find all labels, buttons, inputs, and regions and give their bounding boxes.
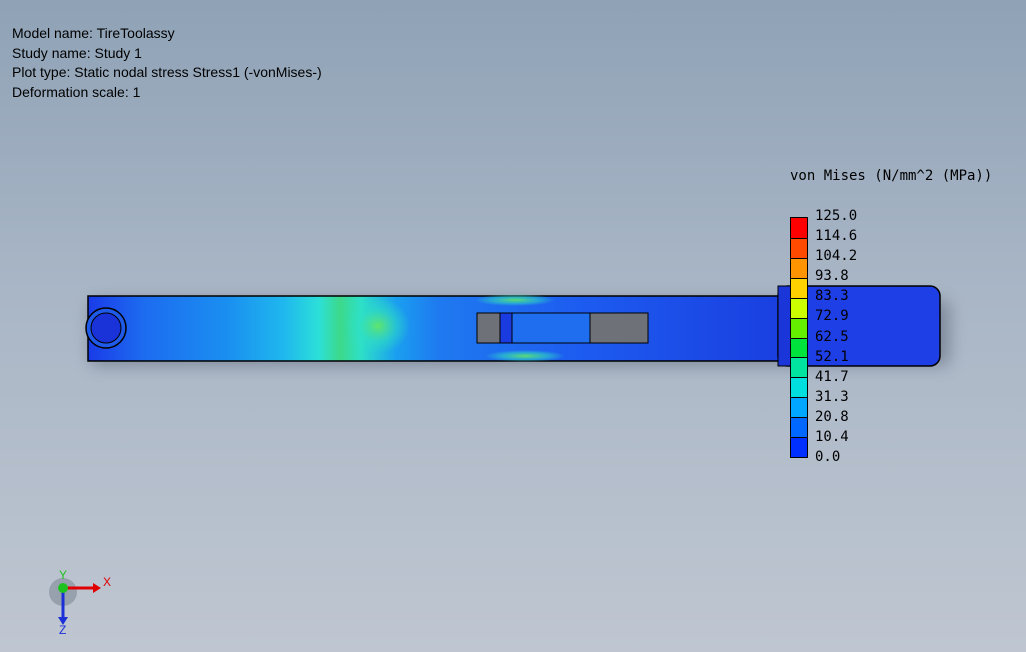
tool-bar-body[interactable] [87,295,789,362]
legend-value-label: 125.0 [815,208,858,224]
slot-pin [499,312,513,344]
slot-slider [511,312,591,344]
colorbar-segment [791,377,807,398]
legend-value-label: 62.5 [815,328,849,345]
legend-value-label: 31.3 [815,388,849,405]
legend-value-label: 10.4 [815,428,849,445]
colorbar-segment [791,357,807,378]
y-axis-label: Y [59,570,67,582]
legend-value-label: 41.7 [815,368,849,385]
legend-value-label: 114.6 [815,228,858,245]
legend-value-label: 72.9 [815,308,849,325]
colorbar-segment [791,317,807,338]
y-axis-dot [58,583,68,593]
colorbar-tick [791,357,807,359]
stress-plot-viewport[interactable] [0,0,1026,652]
legend-value-label: 20.8 [815,408,849,425]
legend-title: von Mises (N/mm^2 (MPa)) [790,168,993,184]
colorbar-segment [791,297,807,319]
colorbar-segment [791,218,807,239]
legend-value-label: 93.8 [815,268,849,285]
x-axis-label: X [103,575,111,589]
coordinate-triad: X Y Z [49,570,111,637]
colorbar-tick [791,297,807,299]
colorbar-segment [791,237,807,259]
colorbar-segment [791,277,807,299]
tire-tool-part[interactable] [85,285,941,367]
colorbar-tick [791,397,807,399]
colorbar-tick [791,317,807,319]
colorbar-tick [791,257,807,259]
colorbar-segment [791,257,807,279]
colorbar-tick [791,437,807,439]
colorbar-tick [791,277,807,279]
legend-value-label: 104.2 [815,248,858,265]
stress-colorbar [790,217,808,458]
stress-hotspot-left [346,298,410,354]
stress-hotspot-top [475,294,555,306]
colorbar-segment [791,397,807,418]
colorbar-tick [791,417,807,419]
z-axis-label: Z [59,623,66,637]
colorbar-tick [791,337,807,339]
legend-value-label: 0.0 [815,449,841,465]
colorbar-segment [791,417,807,438]
stress-hotspot-bottom [485,350,565,362]
end-hook-hole [90,312,122,344]
x-axis-arrowhead [93,583,101,593]
colorbar-tick [791,377,807,379]
legend-value-label: 83.3 [815,288,849,305]
colorbar-segment [791,337,807,358]
colorbar-tick [791,237,807,239]
colorbar-segment [791,437,807,458]
legend-value-label: 52.1 [815,348,849,365]
